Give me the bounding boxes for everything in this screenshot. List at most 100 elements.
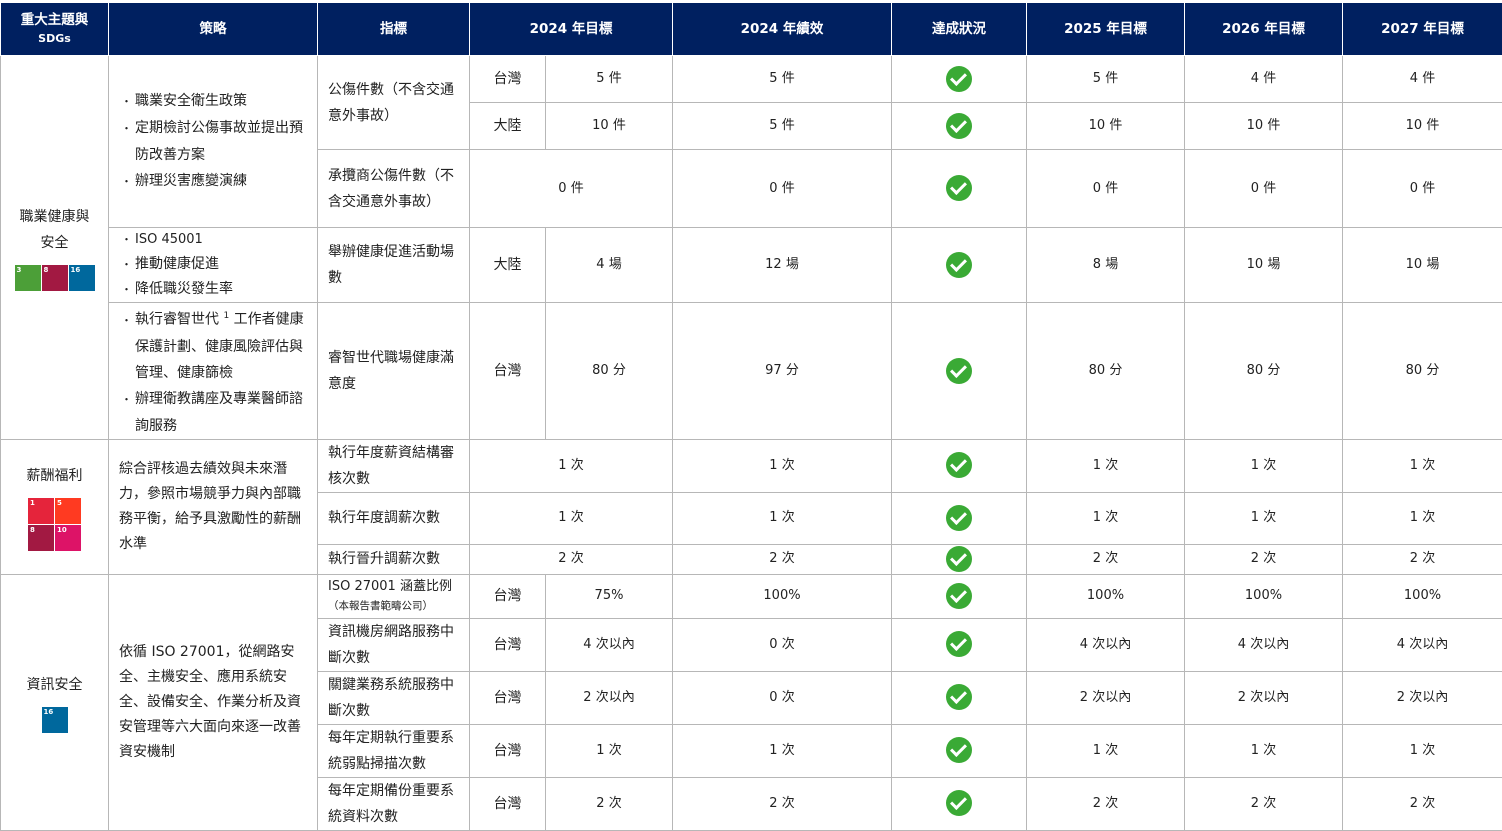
sdg-16-dove-icon: 16	[69, 265, 95, 291]
target-2025-cell: 2 次	[1027, 544, 1185, 574]
target-2025-cell: 5 件	[1027, 56, 1185, 103]
target-2026-cell: 4 次以內	[1185, 618, 1343, 671]
indicator-cell: ISO 27001 涵蓋比例（本報告書範疇公司）	[318, 574, 470, 618]
perf-2024-cell: 1 次	[673, 492, 892, 544]
target-2025-cell: 2 次以內	[1027, 671, 1185, 724]
status-cell	[892, 544, 1027, 574]
region-cell: 台灣	[470, 56, 546, 103]
region-cell: 台灣	[470, 574, 546, 618]
target-2027-cell: 1 次	[1343, 439, 1502, 492]
target-2026-cell: 1 次	[1185, 439, 1343, 492]
target-2024-cell: 0 件	[470, 150, 673, 228]
list-item: 執行睿智世代 1 工作者健康保護計劃、健康風險評估與管理、健康篩檢	[121, 303, 311, 386]
perf-2024-cell: 1 次	[673, 724, 892, 777]
target-2027-cell: 4 次以內	[1343, 618, 1502, 671]
indicator-cell: 承攬商公傷件數（不含交通意外事故）	[318, 150, 470, 228]
header-indicator: 指標	[318, 3, 470, 56]
target-2024-cell: 5 件	[546, 56, 673, 103]
check-circle-icon	[946, 452, 972, 478]
target-2025-cell: 80 分	[1027, 303, 1185, 440]
strategy-list: 職業安全衛生政策 定期檢討公傷事故並提出預防改善方案 辦理災害應變演練	[109, 88, 317, 195]
perf-2024-cell: 1 次	[673, 439, 892, 492]
target-2024-cell: 4 次以內	[546, 618, 673, 671]
sdg-1-family-icon: 1	[28, 498, 54, 524]
perf-2024-cell: 2 次	[673, 777, 892, 830]
list-item: 辦理衛教講座及專業醫師諮詢服務	[121, 386, 311, 439]
status-cell	[892, 303, 1027, 440]
check-circle-icon	[946, 631, 972, 657]
theme-cell-infosec: 資訊安全 16	[1, 574, 109, 830]
header-target-2024: 2024 年目標	[470, 3, 673, 56]
target-2027-cell: 100%	[1343, 574, 1502, 618]
indicator-cell: 每年定期執行重要系統弱點掃描次數	[318, 724, 470, 777]
target-2025-cell: 2 次	[1027, 777, 1185, 830]
kpi-table: 重大主題與SDGs 策略 指標 2024 年目標 2024 年績效 達成狀況 2…	[0, 3, 1502, 831]
theme-label: 資訊安全	[1, 672, 108, 698]
region-cell: 大陸	[470, 228, 546, 303]
region-cell: 台灣	[470, 777, 546, 830]
target-2024-cell: 10 件	[546, 103, 673, 150]
target-2025-cell: 1 次	[1027, 492, 1185, 544]
indicator-cell: 睿智世代職場健康滿意度	[318, 303, 470, 440]
sdg-icons: 16	[42, 707, 68, 733]
indicator-cell: 公傷件數（不含交通意外事故）	[318, 56, 470, 150]
sdg-5-gender-icon: 5	[55, 498, 81, 524]
status-cell	[892, 777, 1027, 830]
region-cell: 大陸	[470, 103, 546, 150]
strategy-cell: 綜合評核過去績效與未來潛力，參照市場競爭力與內部職務平衡，給予具激勵性的薪酬水準	[109, 439, 318, 574]
header-target-2025: 2025 年目標	[1027, 3, 1185, 56]
perf-2024-cell: 2 次	[673, 544, 892, 574]
sdg-icons: 3 8 16	[15, 265, 95, 291]
sdg-10-equality-icon: 10	[55, 525, 81, 551]
strategy-cell: ISO 45001 推動健康促進 降低職災發生率	[109, 228, 318, 303]
strategy-list: 執行睿智世代 1 工作者健康保護計劃、健康風險評估與管理、健康篩檢 辦理衛教講座…	[109, 303, 317, 439]
target-2026-cell: 10 件	[1185, 103, 1343, 150]
check-circle-icon	[946, 546, 972, 572]
check-circle-icon	[946, 583, 972, 609]
indicator-cell: 執行年度調薪次數	[318, 492, 470, 544]
table-row: 執行睿智世代 1 工作者健康保護計劃、健康風險評估與管理、健康篩檢 辦理衛教講座…	[1, 303, 1502, 440]
strategy-list: ISO 45001 推動健康促進 降低職災發生率	[109, 228, 317, 302]
target-2027-cell: 80 分	[1343, 303, 1502, 440]
target-2024-cell: 75%	[546, 574, 673, 618]
target-2026-cell: 2 次以內	[1185, 671, 1343, 724]
target-2024-cell: 2 次以內	[546, 671, 673, 724]
target-2025-cell: 4 次以內	[1027, 618, 1185, 671]
status-cell	[892, 150, 1027, 228]
target-2026-cell: 0 件	[1185, 150, 1343, 228]
indicator-cell: 舉辦健康促進活動場數	[318, 228, 470, 303]
check-circle-icon	[946, 737, 972, 763]
list-item: 定期檢討公傷事故並提出預防改善方案	[121, 115, 311, 168]
header-theme: 重大主題與SDGs	[1, 3, 109, 56]
header-row: 重大主題與SDGs 策略 指標 2024 年目標 2024 年績效 達成狀況 2…	[1, 3, 1502, 56]
target-2025-cell: 1 次	[1027, 439, 1185, 492]
sdg-3-heartbeat-icon: 3	[15, 265, 41, 291]
target-2027-cell: 1 次	[1343, 492, 1502, 544]
theme-label: 薪酬福利	[1, 463, 108, 489]
status-cell	[892, 439, 1027, 492]
perf-2024-cell: 100%	[673, 574, 892, 618]
perf-2024-cell: 5 件	[673, 56, 892, 103]
indicator-cell: 執行年度薪資結構審核次數	[318, 439, 470, 492]
perf-2024-cell: 97 分	[673, 303, 892, 440]
list-item: 職業安全衛生政策	[121, 88, 311, 115]
target-2024-cell: 1 次	[470, 492, 673, 544]
status-cell	[892, 492, 1027, 544]
target-2027-cell: 10 件	[1343, 103, 1502, 150]
header-perf-2024: 2024 年績效	[673, 3, 892, 56]
sdg-16-dove-icon: 16	[42, 707, 68, 733]
theme-cell-compensation: 薪酬福利 1 5 8 10	[1, 439, 109, 574]
table-row: 職業健康與安全 3 8 16 職業安全衛生政策 定期檢討公傷事故並提出預防改善方…	[1, 56, 1502, 103]
target-2027-cell: 0 件	[1343, 150, 1502, 228]
target-2026-cell: 1 次	[1185, 492, 1343, 544]
target-2026-cell: 100%	[1185, 574, 1343, 618]
check-circle-icon	[946, 252, 972, 278]
target-2027-cell: 10 場	[1343, 228, 1502, 303]
check-circle-icon	[946, 684, 972, 710]
target-2025-cell: 100%	[1027, 574, 1185, 618]
target-2024-cell: 80 分	[546, 303, 673, 440]
target-2024-cell: 1 次	[546, 724, 673, 777]
perf-2024-cell: 0 件	[673, 150, 892, 228]
indicator-cell: 執行晉升調薪次數	[318, 544, 470, 574]
check-circle-icon	[946, 358, 972, 384]
